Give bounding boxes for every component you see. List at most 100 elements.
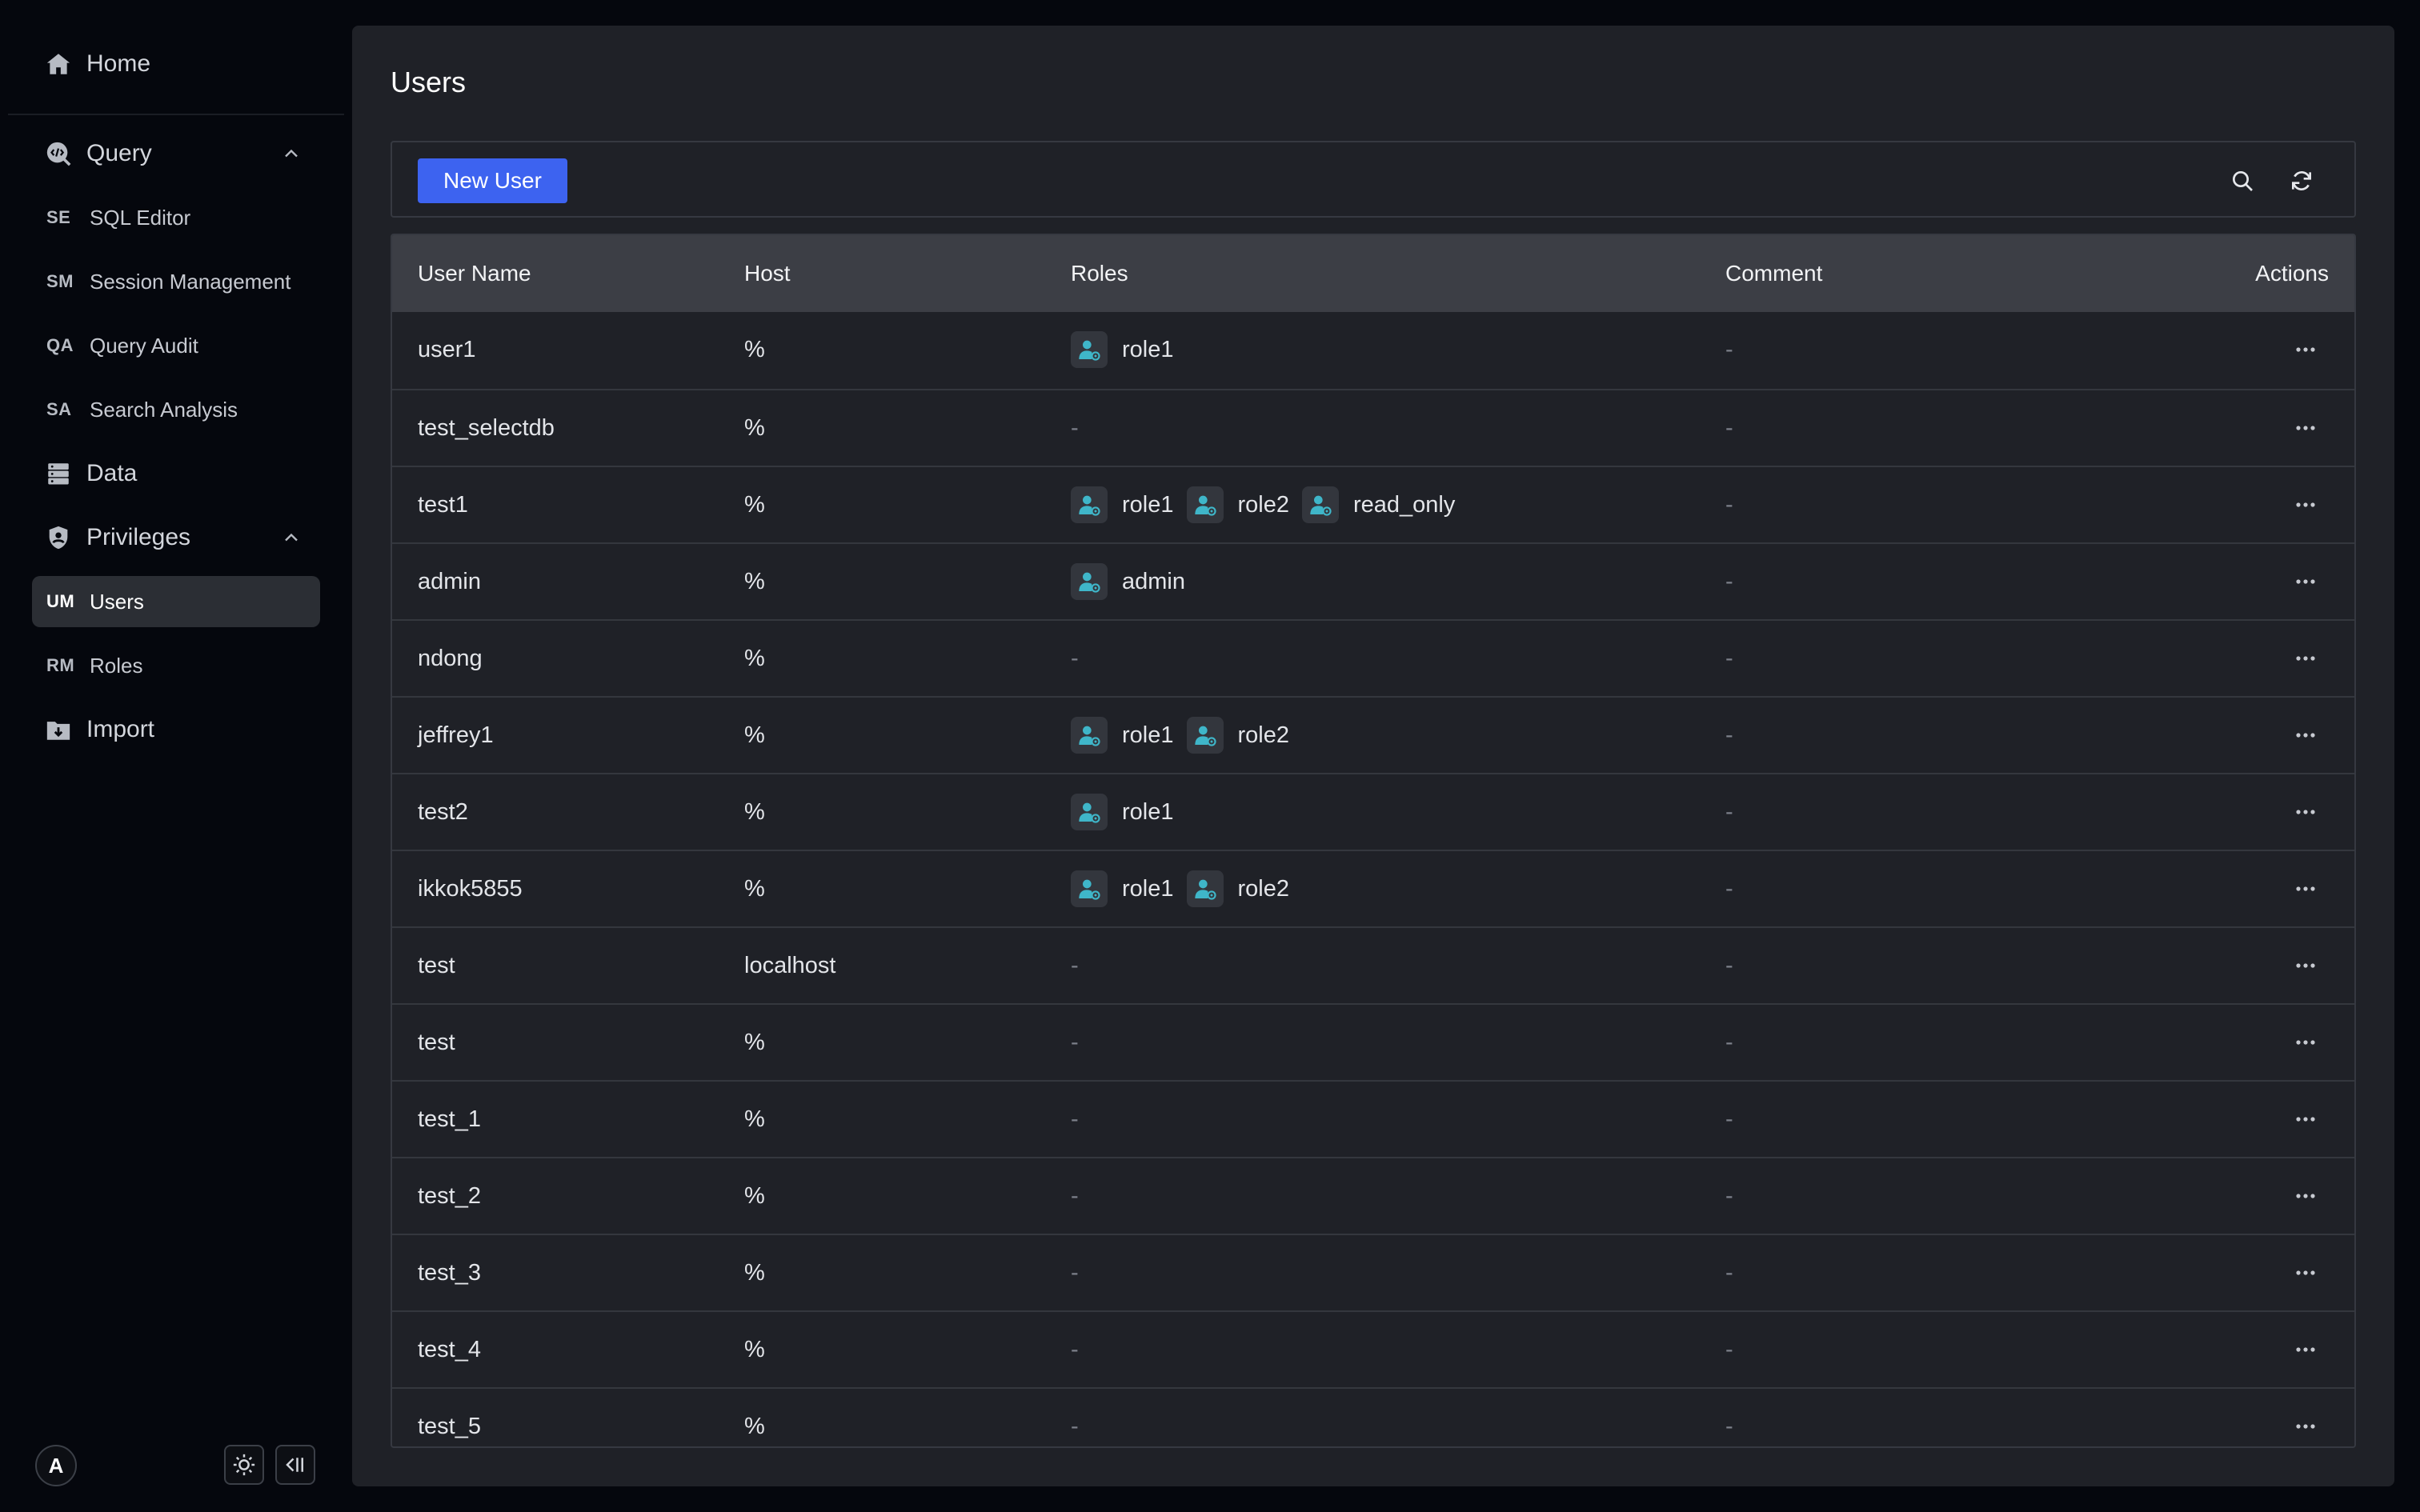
more-actions-icon[interactable] — [2292, 491, 2319, 518]
table-row[interactable]: test_1% - - — [392, 1080, 2354, 1157]
sidebar-item-search-analysis[interactable]: SA Search Analysis — [32, 384, 320, 435]
table-header: User Name Host Roles Comment Actions — [392, 235, 2354, 312]
sidebar-item-label: Home — [86, 50, 151, 77]
search-icon[interactable] — [2226, 165, 2258, 197]
cell-user-name: test_selectdb — [418, 415, 555, 441]
import-icon — [45, 716, 72, 743]
cell-host: % — [744, 1337, 765, 1362]
column-header-comment[interactable]: Comment — [1725, 235, 1822, 312]
sidebar-item-label: Query Audit — [90, 333, 198, 358]
cell-comment: - — [1725, 722, 1733, 748]
sun-icon — [233, 1454, 255, 1476]
chevron-up-icon[interactable] — [280, 526, 302, 549]
more-actions-icon[interactable] — [2292, 568, 2319, 595]
role-tag: role1 — [1071, 774, 1174, 850]
column-header-user-name[interactable]: User Name — [418, 235, 531, 312]
table-row[interactable]: test_3% - - — [392, 1234, 2354, 1310]
table-row[interactable]: test_2% - - — [392, 1157, 2354, 1234]
more-actions-icon[interactable] — [2292, 336, 2319, 363]
cell-roles: - — [1071, 928, 1079, 1003]
more-actions-icon[interactable] — [2292, 1182, 2319, 1210]
column-header-roles[interactable]: Roles — [1071, 235, 1128, 312]
table-body: user1% role1- test_selectdb% - - test1% role1 r… — [392, 312, 2354, 1446]
table-row[interactable]: ikkok5855% role1 role2 - — [392, 850, 2354, 926]
table-row[interactable]: ndong% - - — [392, 619, 2354, 696]
sidebar-item-session-management[interactable]: SM Session Management — [32, 256, 320, 307]
role-tag: role1 — [1071, 312, 1174, 387]
role-tag: role1 — [1071, 851, 1174, 926]
users-table: User Name Host Roles Comment Actions use… — [391, 234, 2356, 1448]
role-tag: role2 — [1186, 698, 1289, 773]
sidebar-item-abbr: QA — [46, 335, 74, 355]
cell-comment: - — [1725, 337, 1733, 362]
cell-user-name: test_1 — [418, 1106, 481, 1132]
more-actions-icon[interactable] — [2292, 798, 2319, 826]
table-row[interactable]: test% - - — [392, 1003, 2354, 1080]
sidebar-item-data[interactable]: Data — [32, 448, 320, 499]
cell-roles: role1 — [1071, 774, 1187, 850]
sidebar-item-sql-editor[interactable]: SE SQL Editor — [32, 192, 320, 243]
table-row[interactable]: admin% admin - — [392, 542, 2354, 619]
more-actions-icon[interactable] — [2292, 414, 2319, 442]
refresh-icon[interactable] — [2286, 165, 2318, 197]
sidebar: Home Query SE SQL Editor SM Session Mana… — [0, 0, 352, 1512]
cell-host: % — [744, 1030, 765, 1055]
table-row[interactable]: test_selectdb% - - — [392, 389, 2354, 466]
cell-host: % — [744, 1106, 765, 1132]
cell-host: localhost — [744, 953, 836, 978]
more-actions-icon[interactable] — [2292, 1336, 2319, 1363]
theme-toggle-button[interactable] — [224, 1445, 264, 1485]
role-tag: role2 — [1186, 467, 1289, 542]
sidebar-item-label: Search Analysis — [90, 397, 238, 422]
cell-host: % — [744, 492, 765, 518]
sidebar-item-home[interactable]: Home — [32, 38, 320, 90]
sidebar-divider — [8, 114, 344, 115]
sidebar-item-users[interactable]: UM Users — [32, 576, 320, 627]
column-header-host[interactable]: Host — [744, 235, 791, 312]
chevron-up-icon[interactable] — [280, 142, 302, 165]
more-actions-icon[interactable] — [2292, 722, 2319, 749]
collapse-icon — [286, 1458, 303, 1472]
role-tag: read_only — [1302, 467, 1455, 542]
sidebar-item-abbr: RM — [46, 655, 75, 675]
sidebar-group-query[interactable]: Query — [32, 128, 320, 179]
sidebar-item-import[interactable]: Import — [32, 704, 320, 755]
sidebar-item-label: Users — [90, 589, 144, 614]
table-row[interactable]: jeffrey1% role1 role2 - — [392, 696, 2354, 773]
table-row[interactable]: test1% role1 role2 read_only - — [392, 466, 2354, 542]
sidebar-item-roles[interactable]: RM Roles — [32, 640, 320, 691]
sidebar-item-label: Import — [86, 716, 155, 742]
more-actions-icon[interactable] — [2292, 1029, 2319, 1056]
more-actions-icon[interactable] — [2292, 645, 2319, 672]
query-icon — [45, 140, 72, 167]
table-row[interactable]: user1% role1 - — [392, 312, 2354, 389]
more-actions-icon[interactable] — [2292, 1259, 2319, 1286]
cell-comment: - — [1725, 1337, 1733, 1362]
cell-roles: - — [1071, 1082, 1079, 1157]
role-name: read_only — [1353, 492, 1456, 518]
table-row[interactable]: test localhost - - — [392, 926, 2354, 1003]
cell-roles: admin — [1071, 544, 1198, 619]
cell-host: % — [744, 1260, 765, 1286]
more-actions-icon[interactable] — [2292, 1106, 2319, 1133]
avatar[interactable]: A — [35, 1445, 77, 1486]
more-actions-icon[interactable] — [2292, 952, 2319, 979]
sidebar-group-privileges[interactable]: Privileges — [32, 512, 320, 563]
more-actions-icon[interactable] — [2292, 1413, 2319, 1440]
sidebar-item-query-audit[interactable]: QA Query Audit — [32, 320, 320, 371]
cell-user-name: test — [418, 953, 455, 978]
cell-roles: role1 role2 — [1071, 851, 1302, 926]
empty-placeholder: - — [1071, 953, 1079, 978]
table-row[interactable]: test_5% - - — [392, 1387, 2354, 1446]
collapse-sidebar-button[interactable] — [275, 1445, 315, 1485]
cell-comment: - — [1725, 953, 1733, 978]
user-role-icon — [1186, 717, 1224, 754]
new-user-button[interactable]: New User — [418, 158, 567, 203]
more-actions-icon[interactable] — [2292, 875, 2319, 902]
database-icon — [45, 460, 72, 487]
cell-user-name: test_4 — [418, 1337, 481, 1362]
table-row[interactable]: test2% role1 - — [392, 773, 2354, 850]
cell-roles: - — [1071, 390, 1079, 466]
cell-host: % — [744, 722, 765, 748]
table-row[interactable]: test_4% - - — [392, 1310, 2354, 1387]
